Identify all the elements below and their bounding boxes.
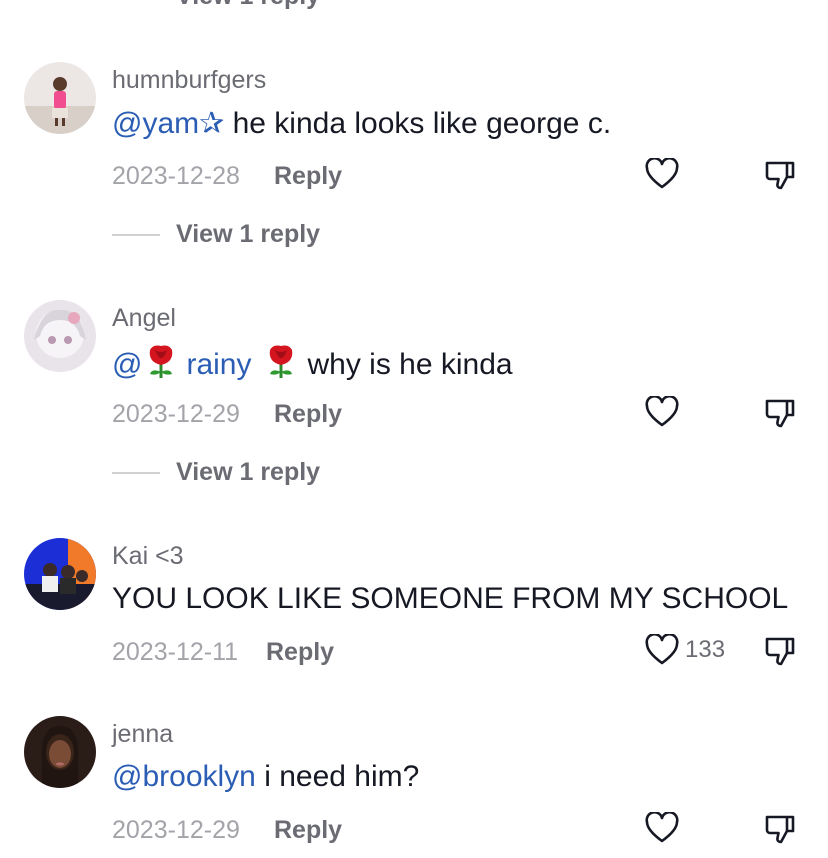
reply-button[interactable]: Reply	[266, 638, 334, 667]
mention-prefix: @	[112, 348, 143, 381]
view-replies-label: View 1 reply	[176, 220, 321, 248]
comment-date: 2023-12-29	[112, 816, 240, 844]
reply-button[interactable]: Reply	[274, 400, 342, 429]
comment-text: YOU LOOK LIKE SOMEONE FROM MY SCHOOL	[112, 582, 788, 616]
like-button[interactable]	[645, 158, 679, 190]
rose-emoji-icon	[144, 342, 178, 388]
like-button[interactable]: 133	[645, 634, 725, 666]
thumbs-down-outline-icon	[765, 637, 795, 666]
heart-outline-icon	[645, 812, 679, 843]
comment-username[interactable]: Angel	[112, 304, 176, 333]
view-replies-label: View 1 reply	[176, 458, 321, 486]
comment-date: 2023-12-28	[112, 162, 240, 190]
comment-text: @yam✰ he kinda looks like george c.	[112, 106, 611, 141]
thumbs-down-outline-icon	[765, 815, 795, 844]
heart-outline-icon	[645, 158, 679, 189]
dislike-button[interactable]	[764, 813, 796, 845]
view-replies-button-top[interactable]: View 1 reply	[112, 0, 320, 11]
comment-date: 2023-12-11	[112, 638, 239, 666]
mention-link[interactable]: @ rainy	[112, 342, 252, 388]
view-replies-label: View 1 reply	[176, 0, 320, 11]
heart-outline-icon	[645, 396, 679, 427]
divider-line	[112, 471, 160, 474]
reply-button[interactable]: Reply	[274, 816, 342, 845]
mention-name: rainy	[186, 348, 252, 381]
avatar[interactable]	[24, 62, 96, 134]
comment-body: he kinda looks like george c.	[224, 106, 612, 140]
divider-line	[112, 233, 160, 236]
view-replies-button[interactable]: View 1 reply	[112, 458, 320, 487]
avatar[interactable]	[24, 716, 96, 788]
view-replies-button[interactable]: View 1 reply	[112, 220, 320, 249]
comment-body: why is he kinda	[307, 348, 513, 381]
comment-date: 2023-12-29	[112, 400, 240, 428]
comment-text: @brooklyn i need him?	[112, 760, 419, 794]
like-button[interactable]	[645, 812, 679, 844]
thumbs-down-outline-icon	[765, 399, 795, 428]
heart-outline-icon	[645, 634, 679, 665]
avatar[interactable]	[24, 300, 96, 372]
thumbs-down-outline-icon	[765, 161, 795, 190]
dislike-button[interactable]	[764, 635, 796, 667]
comment-username[interactable]: Kai <3	[112, 542, 184, 571]
like-count: 133	[685, 636, 726, 663]
like-button[interactable]	[645, 396, 679, 428]
dislike-button[interactable]	[764, 159, 796, 191]
comment-body: YOU LOOK LIKE SOMEONE FROM MY SCHOOL	[112, 582, 789, 615]
comment-username[interactable]: humnburfgers	[112, 66, 266, 95]
reply-button[interactable]: Reply	[274, 162, 342, 191]
comment-text: @ rainy why is he kinda	[112, 342, 513, 388]
avatar[interactable]	[24, 538, 96, 610]
rose-emoji-icon	[264, 342, 298, 388]
comment-body: i need him?	[255, 760, 420, 793]
comment-username[interactable]: jenna	[112, 720, 173, 749]
mention-link[interactable]: @yam✰	[112, 106, 224, 141]
dislike-button[interactable]	[764, 397, 796, 429]
mention-link[interactable]: @brooklyn	[112, 760, 256, 794]
